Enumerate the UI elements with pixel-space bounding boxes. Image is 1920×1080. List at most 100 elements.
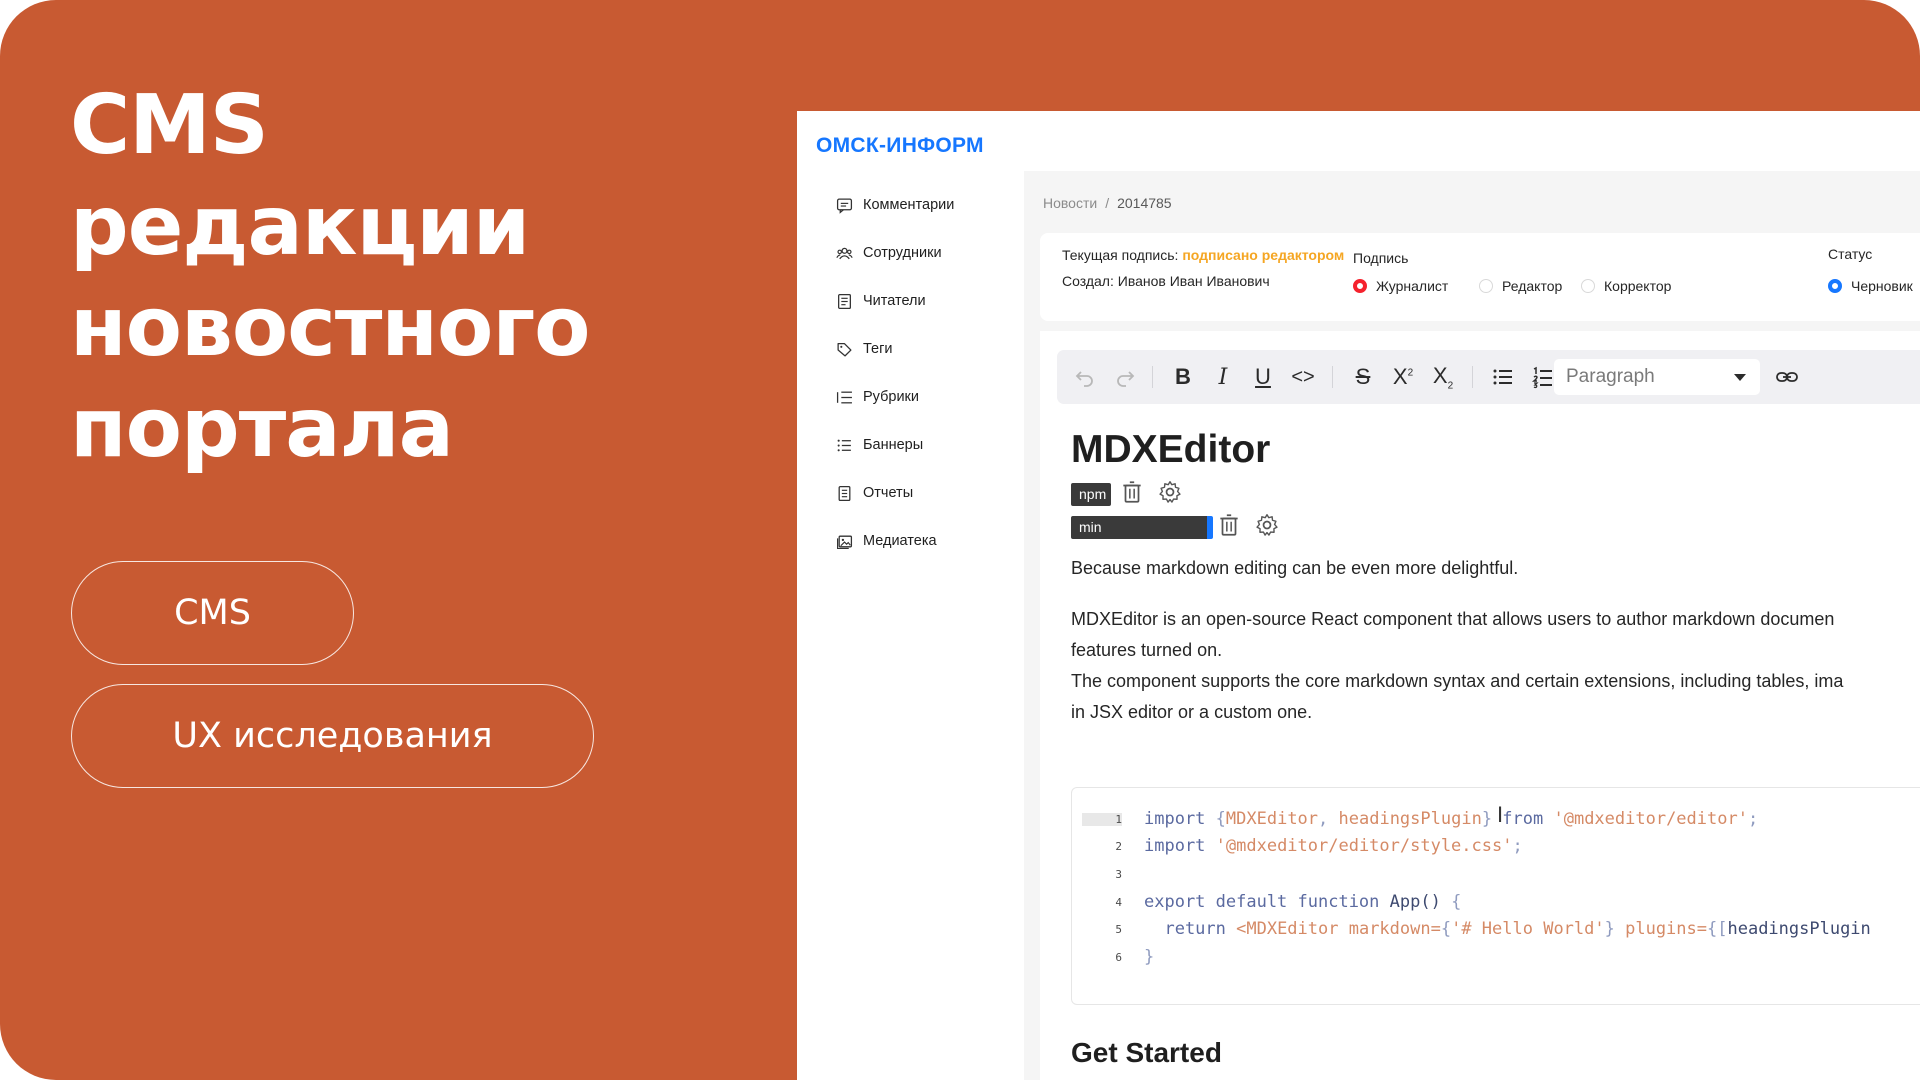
content-area: Новости / 2014785 Текущая подпись: подписа…	[1024, 171, 1920, 1080]
underline-icon: U	[1255, 364, 1271, 389]
radio-journalist[interactable]: Журналист	[1353, 278, 1448, 294]
book-icon	[838, 293, 851, 309]
current-signature-label: Текущая подпись:	[1062, 247, 1179, 263]
code-token: {[	[1707, 919, 1728, 939]
code-text: import {MDXEditor, headingsPlugin} from …	[1144, 809, 1758, 829]
author-text: Создал: Иванов Иван Иванович	[1062, 273, 1270, 289]
sidebar-item-label: Отчеты	[863, 485, 914, 501]
sidebar-item-media[interactable]: Медиатека	[836, 527, 937, 555]
code-token: {	[1215, 809, 1226, 829]
screen: CMS редакции новостного портала CMS UX и…	[0, 0, 1920, 1080]
code-token: ;	[1512, 836, 1523, 856]
numbered-list-button[interactable]	[1529, 363, 1557, 391]
strikethrough-icon: S	[1355, 364, 1371, 389]
italic-button[interactable]: I	[1209, 363, 1237, 391]
code-token: }	[1604, 919, 1626, 939]
trash-icon[interactable]	[1119, 479, 1145, 505]
sidebar-item-comments[interactable]: Комментарии	[836, 191, 954, 219]
radio-dot	[1581, 279, 1595, 293]
code-line: 2 import '@mdxeditor/editor/style.css';	[1072, 833, 1523, 859]
mdx-editor: B I U <> S X2 X2 Paragraph MDXEditor npm…	[1040, 331, 1920, 1080]
superscript-button[interactable]: X2	[1389, 363, 1417, 391]
code-token: '@mdxeditor/editor/style.css'	[1215, 836, 1513, 856]
strikethrough-button[interactable]: S	[1349, 363, 1377, 391]
paragraph[interactable]: Because markdown editing can be even mor…	[1071, 553, 1518, 584]
line-number: 2	[1115, 839, 1122, 853]
toolbar-separator	[1472, 366, 1473, 388]
paragraph[interactable]: in JSX editor or a custom one.	[1071, 697, 1312, 728]
gear-icon[interactable]	[1157, 479, 1183, 505]
redo-icon	[1117, 371, 1135, 387]
code-line: 4 export default function App() {	[1072, 889, 1461, 915]
paragraph[interactable]: The component supports the core markdown…	[1071, 666, 1843, 697]
code-token: {	[1451, 892, 1462, 912]
tag-pill-cms: CMS	[71, 561, 354, 665]
breadcrumb-link-news[interactable]: Новости	[1043, 195, 1097, 211]
sidebar-item-label: Медиатека	[863, 533, 937, 549]
breadcrumb-current: 2014785	[1117, 195, 1172, 211]
radio-status-draft[interactable]: Черновик	[1828, 278, 1913, 294]
link-icon	[1776, 372, 1798, 382]
document-heading[interactable]: MDXEditor	[1071, 428, 1270, 472]
inline-code-button[interactable]: <>	[1289, 363, 1317, 391]
sidebar-item-label: Рубрики	[863, 389, 919, 405]
sidebar-item-staff[interactable]: Сотрудники	[836, 239, 942, 267]
breadcrumb: Новости / 2014785	[1043, 195, 1172, 211]
bullet-list-button[interactable]	[1489, 363, 1517, 391]
paragraph[interactable]: features turned on.	[1071, 635, 1222, 666]
radio-editor[interactable]: Редактор	[1479, 278, 1562, 294]
code-line: 5 return <MDXEditor markdown={'# Hello W…	[1072, 916, 1870, 942]
document-subheading[interactable]: Get Started	[1071, 1037, 1222, 1069]
line-number: 5	[1115, 922, 1122, 936]
sidebar-item-label: Теги	[863, 341, 893, 357]
list-icon	[837, 439, 851, 451]
code-token: ,	[1318, 809, 1339, 829]
article-info-card: Текущая подпись: подписано редактором Со…	[1040, 233, 1920, 321]
cms-app-window: ОМСК-ИНФОРМ Комментарии Сотрудники Читат…	[797, 111, 1920, 1080]
brand-logo[interactable]: ОМСК-ИНФОРМ	[816, 134, 984, 158]
gear-icon[interactable]	[1254, 512, 1280, 538]
bold-button[interactable]: B	[1169, 363, 1197, 391]
sidebar-item-banners[interactable]: Баннеры	[836, 431, 923, 459]
undo-icon	[1075, 371, 1093, 387]
redo-button[interactable]	[1111, 363, 1139, 391]
team-icon	[836, 247, 853, 259]
code-token: headingsPlugin	[1338, 809, 1482, 829]
underline-button[interactable]: U	[1249, 363, 1277, 391]
numbered-list-icon	[1531, 366, 1552, 389]
code-token: ;	[1747, 809, 1759, 829]
block-type-select[interactable]: Paragraph	[1554, 359, 1760, 395]
undo-button[interactable]	[1071, 363, 1099, 391]
code-block[interactable]: 1 import {MDXEditor, headingsPlugin} from…	[1071, 787, 1920, 1005]
frontmatter-tag-min[interactable]: min	[1071, 516, 1213, 539]
code-text: return <MDXEditor markdown={'# Hello Wor…	[1144, 919, 1870, 939]
media-icon	[837, 535, 853, 549]
bold-icon: B	[1175, 364, 1191, 389]
subscript-button[interactable]: X2	[1429, 363, 1457, 391]
radio-corrector[interactable]: Корректор	[1581, 278, 1671, 294]
sidebar-item-tags[interactable]: Теги	[836, 335, 893, 363]
paragraph[interactable]: MDXEditor is an open-source React compon…	[1071, 604, 1834, 635]
status-group-label: Статус	[1828, 246, 1873, 262]
hero-title-line: портала	[70, 381, 454, 476]
sidebar: ОМСК-ИНФОРМ Комментарии Сотрудники Читат…	[797, 111, 1024, 1080]
block-type-value: Paragraph	[1566, 366, 1655, 387]
line-number: 4	[1115, 895, 1122, 909]
code-text: }	[1144, 947, 1154, 967]
link-button[interactable]	[1773, 363, 1801, 391]
code-token: MDXEditor	[1225, 809, 1319, 829]
current-signature: Текущая подпись: подписано редактором	[1062, 247, 1344, 263]
code-text: export default function App() {	[1144, 892, 1461, 912]
code-text: import '@mdxeditor/editor/style.css';	[1144, 836, 1523, 856]
sidebar-item-rubrics[interactable]: Рубрики	[836, 383, 919, 411]
trash-icon[interactable]	[1216, 512, 1242, 538]
code-token: App	[1389, 892, 1421, 912]
superscript-icon: X2	[1392, 364, 1414, 389]
sidebar-item-reports[interactable]: Отчеты	[836, 479, 913, 507]
line-number: 1	[1082, 812, 1122, 826]
bullet-list-icon	[1493, 369, 1512, 385]
code-token: }	[1144, 947, 1155, 967]
toolbar-separator	[1332, 366, 1333, 388]
sidebar-item-readers[interactable]: Читатели	[836, 287, 926, 315]
frontmatter-tag-npm[interactable]: npm	[1071, 483, 1111, 506]
